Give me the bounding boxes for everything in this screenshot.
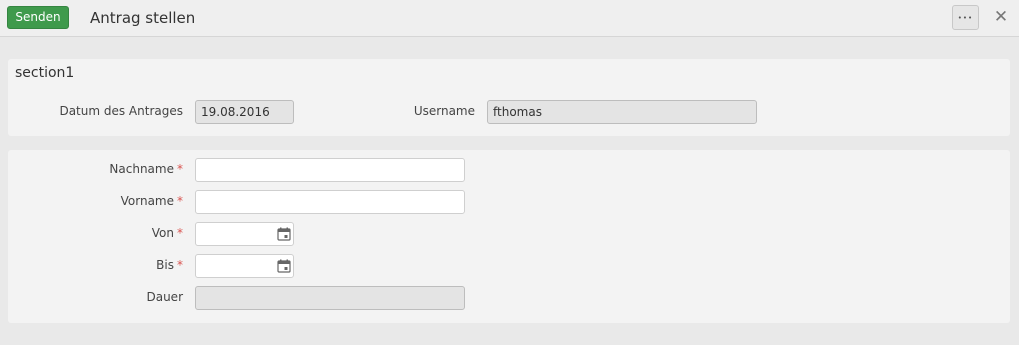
required-marker: *	[177, 162, 183, 176]
calendar-icon[interactable]	[277, 227, 291, 241]
nachname-label-text: Nachname	[109, 162, 174, 176]
close-icon[interactable]: ✕	[992, 7, 1010, 27]
bis-label-text: Bis	[156, 258, 174, 272]
nachname-label: Nachname *	[48, 162, 183, 176]
bis-label: Bis *	[48, 258, 183, 272]
required-marker: *	[177, 194, 183, 208]
vorname-label: Vorname *	[48, 194, 183, 208]
von-label-text: Von	[151, 226, 174, 240]
send-button[interactable]: Senden	[7, 6, 69, 29]
von-label: Von *	[48, 226, 183, 240]
username-label: Username	[413, 104, 475, 118]
username-field: fthomas	[487, 100, 757, 124]
nachname-input[interactable]	[195, 158, 465, 182]
required-marker: *	[177, 226, 183, 240]
dauer-label: Dauer	[146, 290, 183, 304]
bis-date-input[interactable]	[195, 254, 294, 278]
von-date-input[interactable]	[195, 222, 294, 246]
page-title: Antrag stellen	[90, 9, 196, 27]
section-title: section1	[15, 65, 75, 81]
date-label: Datum des Antrages	[59, 104, 183, 118]
dauer-field	[195, 286, 465, 310]
toolbar: Senden Antrag stellen ••• ✕	[0, 0, 1019, 37]
more-options-button[interactable]: •••	[952, 5, 979, 30]
required-marker: *	[177, 258, 183, 272]
vorname-input[interactable]	[195, 190, 465, 214]
form-panel: Nachname * Vorname * Von * Bis * Dauer	[8, 150, 1010, 323]
ellipsis-icon: •••	[957, 14, 974, 22]
calendar-icon[interactable]	[277, 259, 291, 273]
date-field: 19.08.2016	[195, 100, 294, 124]
section1-panel: section1 Datum des Antrages 19.08.2016 U…	[8, 59, 1010, 136]
vorname-label-text: Vorname	[120, 194, 174, 208]
